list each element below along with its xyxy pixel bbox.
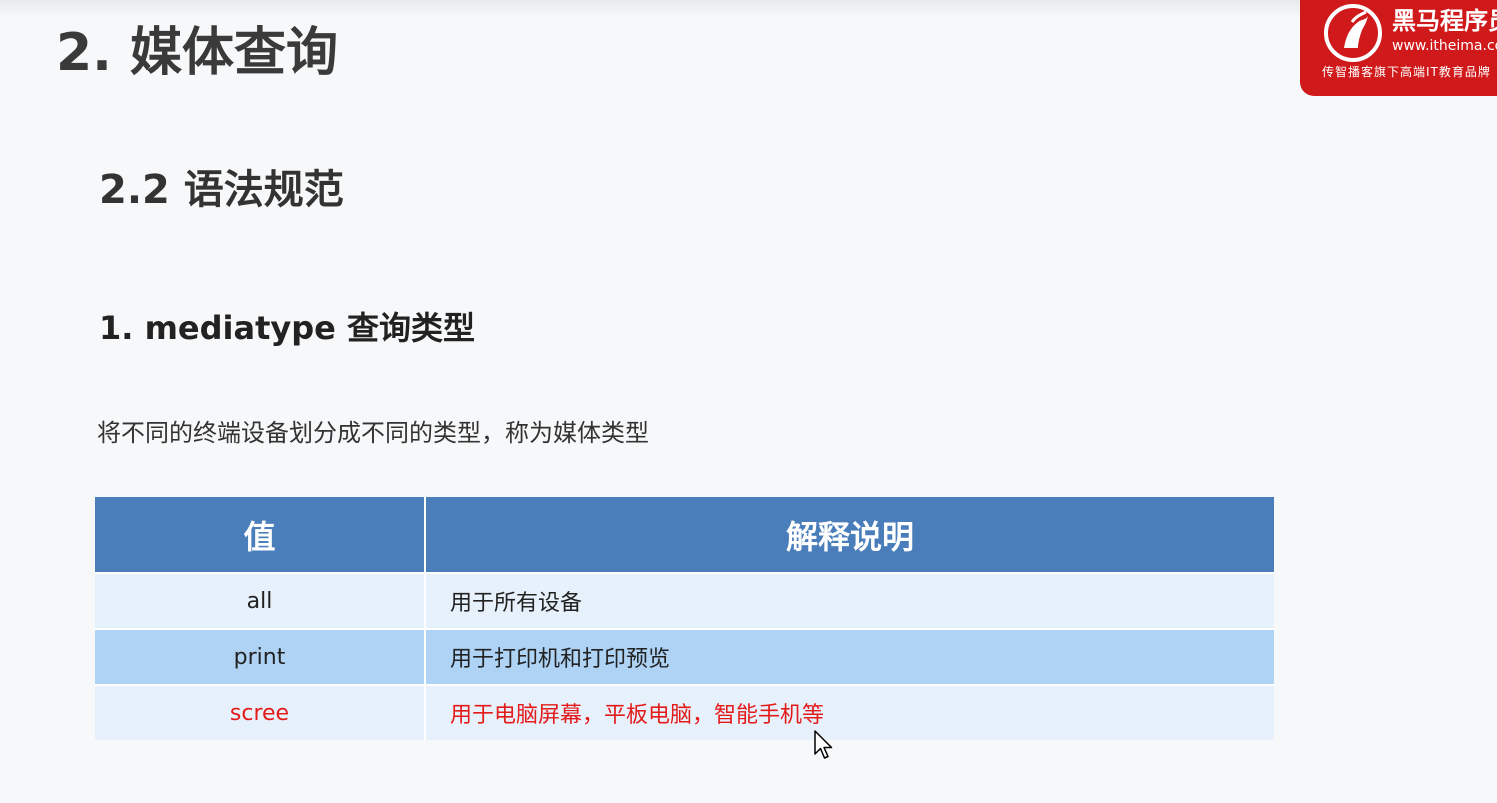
cell-explanation: 用于打印机和打印预览 xyxy=(426,628,1274,684)
horse-logo-icon xyxy=(1324,4,1382,62)
media-type-table: 值 解释说明 all 用于所有设备 print 用于打印机和打印预览 scree… xyxy=(95,497,1274,740)
brand-logo: 黑马程序员 www.itheima.com 传智播客旗下高端IT教育品牌 xyxy=(1300,0,1497,96)
section-heading: 1. mediatype 查询类型 xyxy=(99,309,475,347)
table-row: print 用于打印机和打印预览 xyxy=(95,628,1274,684)
table-row: scree 用于电脑屏幕，平板电脑，智能手机等 xyxy=(95,684,1274,740)
cell-explanation: 用于所有设备 xyxy=(426,572,1274,628)
cell-explanation: 用于电脑屏幕，平板电脑，智能手机等 xyxy=(426,684,1274,740)
top-shadow xyxy=(0,0,1497,18)
table-row: all 用于所有设备 xyxy=(95,572,1274,628)
header-explanation: 解释说明 xyxy=(426,497,1274,572)
cell-value: print xyxy=(95,628,426,684)
cell-value: all xyxy=(95,572,426,628)
header-value: 值 xyxy=(95,497,426,572)
page-title: 2. 媒体查询 xyxy=(56,23,339,83)
description-text: 将不同的终端设备划分成不同的类型，称为媒体类型 xyxy=(97,419,649,447)
subtitle: 2.2 语法规范 xyxy=(99,167,344,213)
table-header-row: 值 解释说明 xyxy=(95,497,1274,572)
logo-slogan: 传智播客旗下高端IT教育品牌 xyxy=(1322,65,1491,79)
logo-name: 黑马程序员 xyxy=(1392,7,1497,35)
cell-value: scree xyxy=(95,684,426,740)
mouse-pointer-icon xyxy=(814,730,833,759)
logo-url: www.itheima.com xyxy=(1392,38,1497,54)
